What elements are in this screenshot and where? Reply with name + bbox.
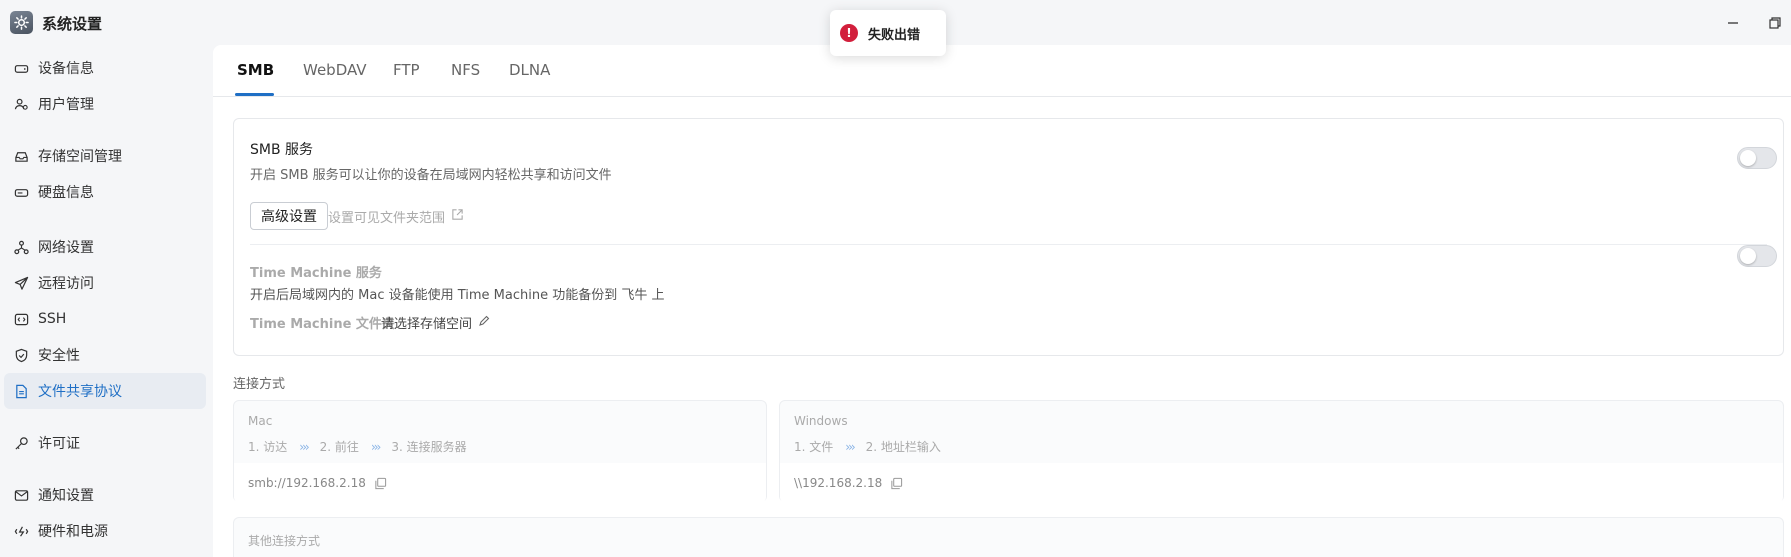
sidebar-item-label: 硬盘信息 xyxy=(38,185,94,201)
sidebar-item-label: 用户管理 xyxy=(38,97,94,113)
sidebar-item-label: 设备信息 xyxy=(38,61,94,77)
smb-service-description: 开启 SMB 服务可以让你的设备在局域网内轻松共享和访问文件 xyxy=(250,168,612,183)
windows-address: \\192.168.2.18 xyxy=(794,476,883,490)
users-icon xyxy=(12,95,30,113)
copy-icon[interactable] xyxy=(374,477,387,490)
smb-service-toggle[interactable] xyxy=(1737,147,1777,169)
visible-folders-label: 设置可见文件夹范围 xyxy=(328,211,446,226)
edit-icon xyxy=(478,315,490,331)
tab-nfs[interactable]: NFS xyxy=(451,61,480,79)
protocol-tabs: SMB WebDAV FTP NFS DLNA xyxy=(213,45,1791,97)
chevrons-right-icon: ››› xyxy=(845,439,856,454)
sidebar-item-ssh[interactable]: SSH xyxy=(4,301,206,337)
document-icon xyxy=(12,382,30,400)
tab-ftp[interactable]: FTP xyxy=(393,61,420,79)
windows-address-row: \\192.168.2.18 xyxy=(794,476,903,490)
disk-icon xyxy=(12,183,30,201)
sidebar-item-hardware-power[interactable]: 硬件和电源 xyxy=(4,513,206,549)
smb-service-title: SMB 服务 xyxy=(250,142,314,158)
tab-webdav[interactable]: WebDAV xyxy=(303,61,367,79)
sidebar-item-device-info[interactable]: 设备信息 xyxy=(4,50,206,86)
copy-icon[interactable] xyxy=(890,477,903,490)
sidebar-item-label: SSH xyxy=(38,311,67,327)
mail-icon xyxy=(12,486,30,504)
sidebar-item-security[interactable]: 安全性 xyxy=(4,337,206,373)
code-icon xyxy=(12,310,30,328)
toast-message: 失败出错 xyxy=(868,27,921,43)
send-icon xyxy=(12,274,30,292)
divider xyxy=(250,244,1767,245)
sidebar-item-disk-info[interactable]: 硬盘信息 xyxy=(4,174,206,210)
sidebar-item-remote-access[interactable]: 远程访问 xyxy=(4,265,206,301)
sidebar-item-label: 硬件和电源 xyxy=(38,524,108,540)
sidebar-item-label: 安全性 xyxy=(38,348,80,364)
tab-dlna[interactable]: DLNA xyxy=(509,61,550,79)
error-icon: ! xyxy=(840,24,858,42)
advanced-settings-button[interactable]: 高级设置 xyxy=(250,202,328,230)
settings-app-icon xyxy=(10,11,33,34)
key-icon xyxy=(12,434,30,452)
storage-icon xyxy=(12,147,30,165)
active-tab-indicator xyxy=(235,93,274,96)
power-icon xyxy=(12,522,30,540)
time-machine-title: Time Machine 服务 xyxy=(250,266,382,281)
mac-step: 3. 连接服务器 xyxy=(391,440,467,454)
mac-address-row: smb://192.168.2.18 xyxy=(248,476,387,490)
windows-steps: 1. 文件 ››› 2. 地址栏输入 xyxy=(794,438,941,455)
external-link-icon xyxy=(451,208,464,225)
windows-step: 1. 文件 xyxy=(794,440,834,454)
shield-icon xyxy=(12,346,30,364)
time-machine-folder-value: 请选择存储空间 xyxy=(381,317,473,332)
mac-address: smb://192.168.2.18 xyxy=(248,476,366,490)
sidebar-item-label: 文件共享协议 xyxy=(38,384,122,400)
other-connection-heading: 其他连接方式 xyxy=(248,534,321,548)
time-machine-folder-label: Time Machine 文件夹 xyxy=(250,317,395,332)
network-icon xyxy=(12,238,30,256)
tab-smb[interactable]: SMB xyxy=(237,61,274,79)
chevrons-right-icon: ››› xyxy=(370,439,382,454)
windows-step: 2. 地址栏输入 xyxy=(865,440,941,454)
time-machine-folder-select[interactable]: 请选择存储空间 xyxy=(381,313,490,332)
mac-step: 1. 访达 xyxy=(248,440,288,454)
sidebar-item-file-sharing[interactable]: 文件共享协议 xyxy=(4,373,206,409)
sidebar-item-user-management[interactable]: 用户管理 xyxy=(4,86,206,122)
error-toast: ! 失败出错 xyxy=(830,10,946,56)
windows-os-label: Windows xyxy=(794,414,848,428)
sidebar-item-notifications[interactable]: 通知设置 xyxy=(4,477,206,513)
visible-folders-link[interactable]: 设置可见文件夹范围 xyxy=(328,207,464,226)
chevrons-right-icon: ››› xyxy=(299,439,310,454)
windows-connection-card: Windows 1. 文件 ››› 2. 地址栏输入 \\192.168.2.1… xyxy=(779,400,1784,503)
restore-button[interactable] xyxy=(1764,12,1786,34)
mac-step: 2. 前往 xyxy=(319,440,359,454)
sidebar-item-label: 许可证 xyxy=(38,436,80,452)
drive-icon xyxy=(12,59,30,77)
time-machine-toggle[interactable] xyxy=(1737,245,1777,267)
sidebar-item-label: 通知设置 xyxy=(38,488,94,504)
main-content: SMB WebDAV FTP NFS DLNA SMB 服务 开启 SMB 服务… xyxy=(213,45,1791,557)
sidebar-item-storage[interactable]: 存储空间管理 xyxy=(4,138,206,174)
sidebar-item-label: 存储空间管理 xyxy=(38,149,122,165)
smb-settings-panel: SMB 服务 开启 SMB 服务可以让你的设备在局域网内轻松共享和访问文件 高级… xyxy=(233,118,1784,356)
mac-connection-card: Mac 1. 访达 ››› 2. 前往 ››› 3. 连接服务器 smb://1… xyxy=(233,400,767,503)
mac-os-label: Mac xyxy=(248,414,273,428)
sidebar: 设备信息 用户管理 存储空间管理 硬盘信息 网络设置 远程访问 SSH 安全性 … xyxy=(0,45,213,557)
app-title: 系统设置 xyxy=(42,15,103,33)
sidebar-item-license[interactable]: 许可证 xyxy=(4,425,206,461)
sidebar-item-label: 网络设置 xyxy=(38,240,94,256)
other-connection-card: 其他连接方式 xyxy=(233,517,1784,557)
time-machine-description: 开启后局域网内的 Mac 设备能使用 Time Machine 功能备份到 飞牛… xyxy=(250,288,665,303)
sidebar-item-network[interactable]: 网络设置 xyxy=(4,229,206,265)
connection-heading: 连接方式 xyxy=(233,377,286,392)
minimize-button[interactable] xyxy=(1722,12,1744,34)
sidebar-item-label: 远程访问 xyxy=(38,276,94,292)
mac-steps: 1. 访达 ››› 2. 前往 ››› 3. 连接服务器 xyxy=(248,438,467,455)
